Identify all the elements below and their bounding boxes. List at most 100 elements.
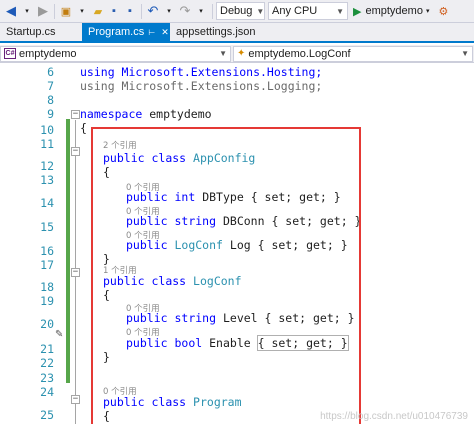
code-line-12: public class AppConfig <box>103 151 255 165</box>
property-name: Enable <box>209 336 251 350</box>
line-number: 7 <box>47 79 54 93</box>
class-name: AppConfig <box>193 151 256 165</box>
line-number: 21 <box>40 342 54 356</box>
undo-dropdown-icon[interactable]: ▾ <box>161 2 177 21</box>
keyword: public <box>103 151 145 165</box>
line-number: 23 <box>40 371 54 385</box>
project-select[interactable]: C# emptydemo ▼ <box>0 45 231 62</box>
accessor: { set; get; } <box>271 214 362 228</box>
main-toolbar: ◀ ▾ ▶ ▣ ▾ ▰ ▪ ▪ ↶ ▾ ↷ ▾ Debug ▼ Any CPU … <box>0 0 474 23</box>
attach-icon[interactable]: ⚙ <box>435 2 451 21</box>
class-name: LogConf <box>174 238 223 252</box>
line-number: 20 <box>40 317 54 331</box>
keyword: class <box>151 274 187 288</box>
open-folder-icon[interactable]: ▰ <box>90 2 106 21</box>
accessor: { set; get; } <box>256 335 349 351</box>
redo-dropdown-icon[interactable]: ▾ <box>193 2 209 21</box>
run-target-label: emptydemo <box>365 5 423 17</box>
code-editor[interactable]: 6 7 8 9 10 11 12 13 14 15 16 17 18 19 20… <box>0 63 474 424</box>
brace: } <box>103 350 110 364</box>
code-line-6: using Microsoft.Extensions.Hosting; <box>80 65 322 79</box>
keyword: string <box>174 311 217 325</box>
type-select[interactable]: ✦ emptydemo.LogConf ▼ <box>233 45 473 62</box>
code-line-21: public bool Enable { set; get; } <box>126 335 349 351</box>
line-number: 17 <box>40 258 54 272</box>
run-dropdown-icon[interactable]: ▾ <box>426 7 430 15</box>
tab-startup[interactable]: Startup.cs <box>0 23 82 41</box>
new-project-icon[interactable]: ▣ <box>58 2 74 21</box>
code-line-26: { <box>103 409 110 423</box>
back-icon[interactable]: ◀ <box>3 2 19 21</box>
keyword: public <box>126 214 168 228</box>
keyword: namespace <box>80 107 143 121</box>
keyword: public <box>126 190 168 204</box>
line-number: 25 <box>40 408 54 422</box>
chevron-down-icon: ▼ <box>461 49 469 58</box>
tab-label: Startup.cs <box>6 26 56 38</box>
line-number: 13 <box>40 173 54 187</box>
undo-icon[interactable]: ↶ <box>145 2 161 21</box>
quick-actions-icon[interactable]: ✎ <box>55 329 63 340</box>
redo-icon[interactable]: ↷ <box>177 2 193 21</box>
brace: { <box>103 409 110 423</box>
keyword: public <box>126 336 168 350</box>
keyword: public <box>103 274 145 288</box>
namespace-name: emptydemo <box>142 107 212 121</box>
property-name: Level <box>222 311 258 325</box>
platform-select[interactable]: Any CPU ▼ <box>268 2 348 20</box>
line-number: 18 <box>40 280 54 294</box>
type-value: emptydemo.LogConf <box>248 47 351 60</box>
close-icon[interactable]: ✕ <box>161 27 169 38</box>
collapse-icon[interactable]: − <box>71 147 80 156</box>
back-dropdown-icon[interactable]: ▾ <box>19 2 35 21</box>
keyword: public <box>103 395 145 409</box>
property-name: Log <box>229 238 251 252</box>
collapse-icon[interactable]: − <box>71 395 80 404</box>
code-line-7: using Microsoft.Extensions.Logging; <box>80 79 322 93</box>
using-statement: using Microsoft.Extensions.Logging; <box>80 79 323 93</box>
line-number: 10 <box>40 123 54 137</box>
code-line-11: { <box>80 121 87 135</box>
line-number: 16 <box>40 244 54 258</box>
change-indicator <box>66 119 70 383</box>
brace: { <box>103 288 110 302</box>
line-number: 22 <box>40 356 54 370</box>
keyword: public <box>126 311 168 325</box>
codelens-references[interactable]: 2 个引用 <box>103 139 137 151</box>
configuration-select[interactable]: Debug ▼ <box>216 2 265 20</box>
tab-program[interactable]: Program.cs ⊢ ✕ <box>82 23 170 41</box>
code-line-20: public string Level { set; get; } <box>126 311 355 325</box>
code-line-19: { <box>103 288 110 302</box>
tab-appsettings[interactable]: appsettings.json <box>170 23 270 41</box>
collapse-icon[interactable]: − <box>71 110 80 119</box>
run-button[interactable]: ▶ emptydemo ▾ <box>351 2 431 21</box>
forward-icon[interactable]: ▶ <box>35 2 51 21</box>
configuration-value: Debug <box>220 5 253 17</box>
chevron-down-icon: ▼ <box>336 6 344 16</box>
save-all-icon[interactable]: ▪ <box>122 2 138 21</box>
keyword: int <box>174 190 196 204</box>
class-icon: ✦ <box>237 48 246 59</box>
code-line-16: public LogConf Log { set; get; } <box>126 238 348 252</box>
line-number: 19 <box>40 294 54 308</box>
code-line-10: namespace emptydemo <box>80 107 212 121</box>
chevron-down-icon: ▼ <box>256 6 265 16</box>
brace: { <box>80 121 87 135</box>
project-value: emptydemo <box>19 47 77 60</box>
code-line-13: { <box>103 165 110 179</box>
line-number: 15 <box>40 220 54 234</box>
line-number: 9 <box>47 107 54 121</box>
watermark: https://blog.csdn.net/u010476739 <box>320 411 468 422</box>
line-number: 8 <box>47 93 54 107</box>
code-line-25: public class Program <box>103 395 242 409</box>
save-icon[interactable]: ▪ <box>106 2 122 21</box>
line-number: 24 <box>40 385 54 399</box>
pin-icon[interactable]: ⊢ <box>148 28 155 37</box>
accessor: { set; get; } <box>250 190 341 204</box>
new-dropdown-icon[interactable]: ▾ <box>74 2 90 21</box>
tab-label: appsettings.json <box>176 26 256 38</box>
keyword: class <box>151 151 187 165</box>
tab-label: Program.cs <box>88 26 145 38</box>
navigation-bar: C# emptydemo ▼ ✦ emptydemo.LogConf ▼ <box>0 45 474 63</box>
collapse-icon[interactable]: − <box>71 268 80 277</box>
